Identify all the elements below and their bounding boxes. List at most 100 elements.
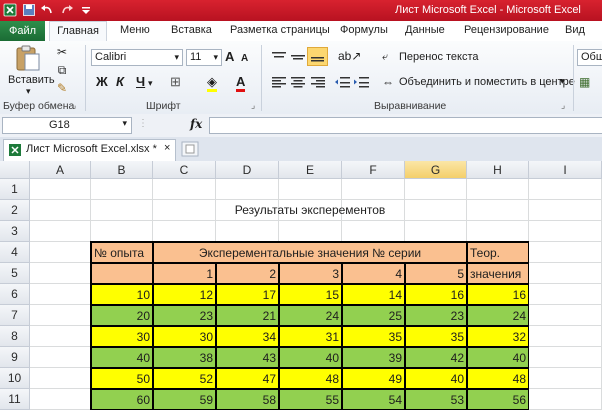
data-cell[interactable]: 23 [405,305,467,326]
format-painter-icon[interactable]: ✎ [55,80,69,96]
column-header-h[interactable]: H [467,161,529,179]
column-header-a[interactable]: A [30,161,91,179]
cut-icon[interactable]: ✂ [55,44,69,60]
column-header-c[interactable]: C [153,161,216,179]
borders-icon[interactable]: ⊞ [170,74,181,90]
data-cell[interactable]: 52 [153,368,216,389]
tab-review[interactable]: Рецензирование [464,24,549,36]
cell[interactable] [529,326,602,347]
data-cell[interactable]: 16 [467,284,529,305]
font-color-icon[interactable]: A [236,74,246,92]
data-cell[interactable]: 25 [342,305,405,326]
cell[interactable] [30,368,91,389]
tab-menu[interactable]: Меню [120,24,150,36]
cell[interactable] [30,326,91,347]
splitter-dots-icon[interactable]: ⋮ [138,118,148,129]
column-header-g[interactable]: G [405,161,467,179]
tab-home[interactable]: Главная [49,21,107,42]
cell[interactable] [529,389,602,410]
cell[interactable] [529,263,602,284]
name-box[interactable]: G18 ▾ [2,117,132,134]
cell[interactable] [529,179,602,200]
data-cell[interactable]: 15 [279,284,342,305]
data-cell[interactable]: 31 [279,326,342,347]
cell[interactable] [30,200,91,221]
data-cell[interactable]: 59 [153,389,216,410]
data-cell[interactable]: 54 [342,389,405,410]
header-series-3[interactable]: 3 [279,263,342,284]
increase-indent-icon[interactable] [353,75,371,89]
cell[interactable] [529,284,602,305]
cell[interactable] [529,347,602,368]
align-left-icon[interactable] [270,75,288,89]
row-header-11[interactable]: 11 [0,389,30,410]
align-middle-icon[interactable] [289,50,307,64]
data-cell[interactable]: 48 [279,368,342,389]
row-header-4[interactable]: 4 [0,242,30,263]
chevron-down-icon[interactable]: ▾ [174,50,179,64]
chevron-down-icon[interactable]: ▾ [148,75,153,91]
select-all-corner[interactable] [0,161,30,179]
cell[interactable] [529,305,602,326]
data-cell[interactable]: 48 [467,368,529,389]
cell[interactable] [405,179,467,200]
header-trial-no-blank[interactable] [91,263,153,284]
number-format-box[interactable]: Общ [577,49,602,66]
merge-center-button[interactable]: Объединить и поместить в центре [399,76,575,88]
customize-qat-icon[interactable] [79,3,93,17]
cell[interactable] [467,179,529,200]
data-cell[interactable]: 50 [91,368,153,389]
shrink-font-button[interactable]: A [241,51,248,67]
clipboard-launcher-icon[interactable]: ⌟ [72,100,76,111]
cell[interactable] [216,221,279,242]
data-cell[interactable]: 30 [153,326,216,347]
cell[interactable] [467,200,529,221]
tab-file[interactable]: Файл [0,21,45,41]
cell[interactable] [30,389,91,410]
data-cell[interactable]: 39 [342,347,405,368]
align-center-icon[interactable] [289,75,307,89]
cell[interactable] [467,221,529,242]
cell[interactable] [30,179,91,200]
align-top-icon[interactable] [270,50,288,64]
cell[interactable] [342,179,405,200]
cell[interactable] [30,284,91,305]
font-launcher-icon[interactable]: ⌟ [251,100,255,111]
data-cell[interactable]: 24 [279,305,342,326]
header-series-5[interactable]: 5 [405,263,467,284]
insert-function-button[interactable]: fx [190,117,202,131]
data-cell[interactable]: 40 [405,368,467,389]
data-cell[interactable]: 40 [91,347,153,368]
chevron-down-icon[interactable]: ▾ [122,118,127,129]
data-cell[interactable]: 24 [467,305,529,326]
header-series-2[interactable]: 2 [216,263,279,284]
header-series-1[interactable]: 1 [153,263,216,284]
cell[interactable] [529,200,602,221]
header-trial-no[interactable]: № опыта [91,242,153,263]
tab-data[interactable]: Данные [405,24,445,36]
wrap-text-button[interactable]: Перенос текста [399,51,479,63]
data-cell[interactable]: 20 [91,305,153,326]
data-cell[interactable]: 14 [342,284,405,305]
font-size-box[interactable]: 11 ▾ [186,49,222,66]
data-cell[interactable]: 38 [153,347,216,368]
row-header-7[interactable]: 7 [0,305,30,326]
align-right-icon[interactable] [309,75,327,89]
table-title[interactable]: Результаты эксперементов [153,200,467,221]
cell[interactable] [279,179,342,200]
data-cell[interactable]: 49 [342,368,405,389]
row-header-3[interactable]: 3 [0,221,30,242]
header-series-4[interactable]: 4 [342,263,405,284]
formula-input[interactable] [209,117,602,134]
tab-view[interactable]: Вид [565,24,585,36]
data-cell[interactable]: 21 [216,305,279,326]
cell[interactable] [153,221,216,242]
redo-icon[interactable] [60,3,74,17]
cell[interactable] [30,263,91,284]
column-header-e[interactable]: E [279,161,342,179]
cell[interactable] [91,179,153,200]
cell[interactable] [529,368,602,389]
row-header-5[interactable]: 5 [0,263,30,284]
cell[interactable] [91,221,153,242]
data-cell[interactable]: 55 [279,389,342,410]
